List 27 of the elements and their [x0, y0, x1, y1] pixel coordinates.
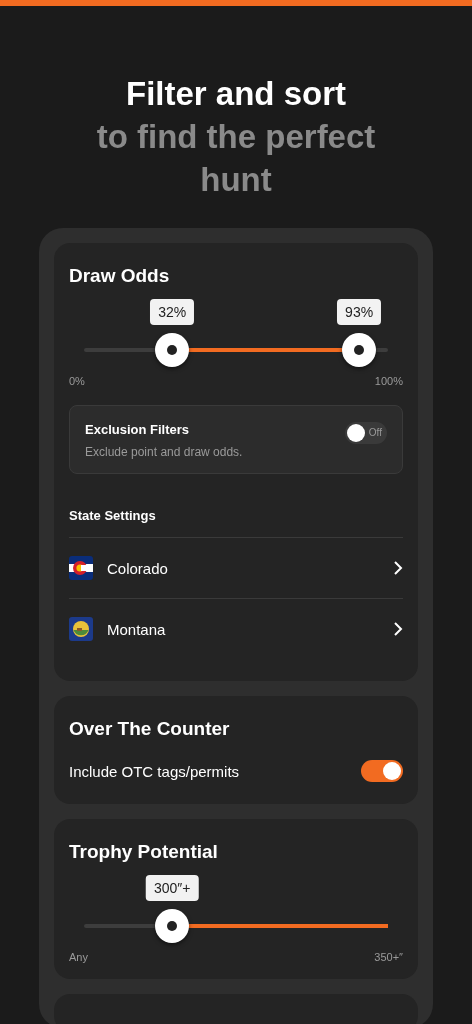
slider-handle[interactable] [342, 333, 377, 367]
card-title: Over The Counter [69, 718, 231, 740]
toggle-switch[interactable]: Off [345, 422, 387, 444]
card-title: Trophy Potential [69, 841, 219, 863]
value-tooltip: 300″+ [145, 875, 199, 901]
card-title: Draw Odds [69, 265, 171, 287]
exclusion-title: Exclusion Filters [85, 422, 191, 437]
value-tooltip: 32% [150, 299, 195, 325]
slider-handle[interactable] [155, 333, 190, 367]
state-row[interactable]: Montana [69, 599, 403, 659]
state-row[interactable]: Colorado [69, 538, 403, 599]
option-label: Include OTC tags/permits [69, 762, 240, 780]
slider-handle[interactable] [155, 909, 190, 943]
max-label: 100% [374, 375, 403, 387]
section-heading: State Settings [69, 508, 403, 538]
page-title: Filter and sort [125, 74, 347, 114]
flag-icon [69, 556, 93, 580]
chevron-right-icon [393, 561, 403, 575]
chevron-right-icon [393, 622, 403, 636]
page-subtitle: to find the perfect hunt [95, 117, 377, 200]
toggle-switch[interactable] [361, 760, 403, 782]
min-label: Any [69, 951, 88, 963]
value-tooltip: 93% [337, 299, 382, 325]
exclusion-description: Exclude point and draw odds. [85, 445, 243, 459]
min-label: 0% [69, 375, 85, 387]
flag-icon [69, 617, 93, 641]
max-label: 350+″ [374, 951, 403, 963]
